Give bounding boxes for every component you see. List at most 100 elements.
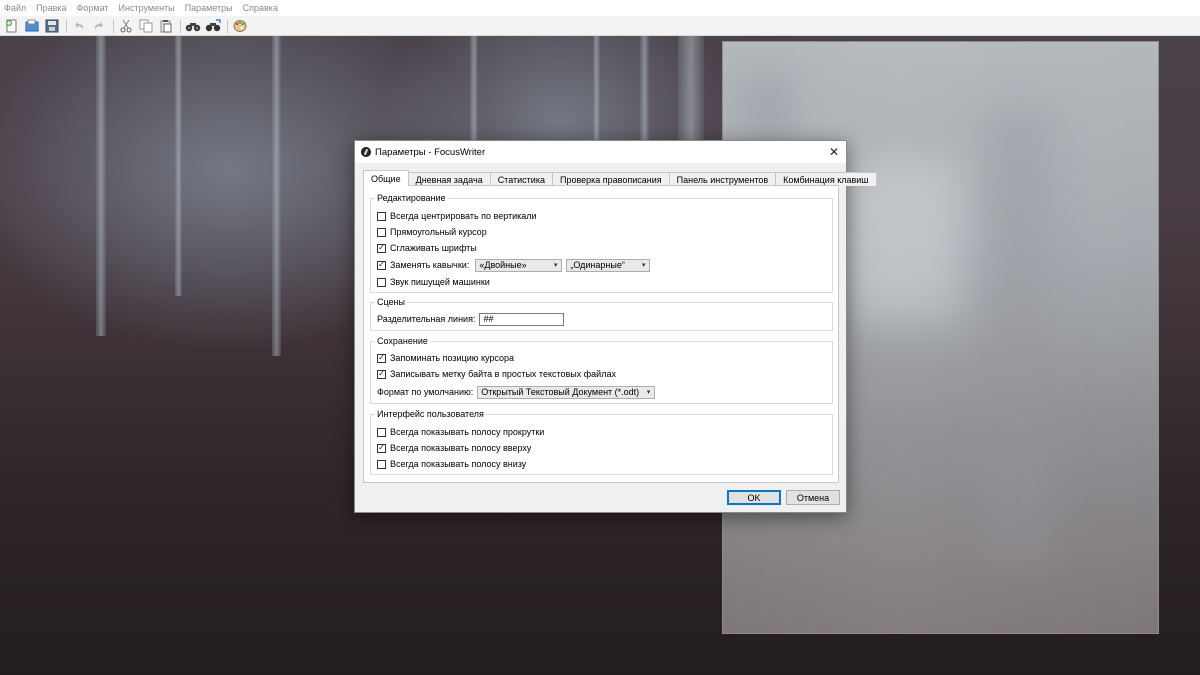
close-button[interactable]: ✕	[822, 141, 846, 163]
single-quotes-select[interactable]: „Одинарные“ ▾	[566, 258, 651, 272]
settings-dialog: Параметры - FocusWriter ✕ Общие Дневная …	[354, 140, 877, 513]
block-cursor-option[interactable]: Прямоугольный курсор	[377, 225, 487, 239]
tab-general[interactable]: Общие	[363, 170, 409, 186]
copy-button[interactable]	[137, 17, 155, 35]
chevron-down-icon: ▾	[641, 262, 646, 269]
show-top-bar-checkbox[interactable]: ✓	[377, 443, 386, 453]
theme-button[interactable]	[231, 17, 249, 35]
smart-quotes-option: ✓ Заменять кавычки: «Двойные» ▾ „Одинарн…	[377, 258, 651, 272]
menu-file[interactable]: Файл	[4, 3, 26, 13]
save-icon	[45, 19, 59, 32]
center-vertically-label: Всегда центрировать по вертикали	[390, 211, 537, 221]
typewriter-sounds-checkbox[interactable]	[377, 277, 386, 287]
menu-edit[interactable]: Правка	[36, 3, 66, 13]
chevron-down-icon: ▾	[646, 389, 651, 396]
typewriter-sounds-label: Звук пишущей машинки	[390, 277, 490, 287]
block-cursor-checkbox[interactable]	[377, 227, 386, 237]
paper-texture	[843, 162, 963, 322]
scenes-group-title: Сцены	[375, 297, 407, 307]
show-bottom-bar-label: Всегда показывать полосу внизу	[390, 459, 527, 469]
remember-cursor-checkbox[interactable]: ✓	[377, 353, 386, 363]
interface-group-title: Интерфейс пользователя	[375, 409, 486, 419]
menu-settings[interactable]: Параметры	[185, 3, 233, 13]
scenes-group: Сцены Разделительная линия: ##	[370, 297, 833, 331]
menu-bar: Файл Правка Формат Инструменты Параметры…	[0, 0, 1200, 16]
block-cursor-label: Прямоугольный курсор	[390, 227, 487, 237]
show-top-bar-option[interactable]: ✓ Всегда показывать полосу вверху	[377, 441, 531, 455]
scene-divider-label: Разделительная линия:	[377, 314, 476, 324]
chevron-down-icon: ▾	[553, 262, 558, 269]
default-format-row: Формат по умолчанию: Открытый Текстовый …	[377, 385, 656, 399]
show-bottom-bar-checkbox[interactable]	[377, 459, 386, 469]
paper-texture	[983, 102, 1053, 562]
tab-spell-check[interactable]: Проверка правописания	[551, 172, 670, 186]
tab-bar: Общие Дневная задача Статистика Проверка…	[363, 170, 877, 186]
toolbar-separator	[227, 18, 228, 33]
cancel-button[interactable]: Отмена	[786, 490, 840, 505]
smart-quotes-checkbox[interactable]: ✓	[377, 260, 386, 270]
show-scrollbar-option[interactable]: Всегда показывать полосу прокрутки	[377, 425, 544, 439]
write-bom-option[interactable]: ✓ Записывать метку байта в простых текст…	[377, 367, 616, 381]
new-document-button[interactable]	[3, 17, 21, 35]
smooth-fonts-option[interactable]: ✓ Сглаживать шрифты	[377, 241, 477, 255]
double-quotes-value: «Двойные»	[479, 260, 527, 270]
undo-icon	[75, 21, 84, 30]
general-panel: Редактирование Всегда центрировать по ве…	[363, 185, 839, 483]
find-icon	[185, 22, 201, 31]
paste-button[interactable]	[157, 17, 175, 35]
replace-icon	[205, 18, 221, 31]
focuswriter-icon	[361, 147, 371, 157]
saving-group: Сохранение ✓ Запоминать позицию курсора …	[370, 336, 833, 404]
tab-shortcuts[interactable]: Комбинация клавиш	[775, 172, 877, 186]
write-bom-label: Записывать метку байта в простых текстов…	[390, 369, 616, 379]
redo-icon	[94, 21, 103, 30]
toolbar-separator	[66, 18, 67, 33]
default-format-label: Формат по умолчанию:	[377, 387, 474, 397]
replace-button[interactable]	[204, 17, 222, 35]
toolbar	[0, 16, 1200, 36]
open-button[interactable]	[23, 17, 41, 35]
default-format-value: Открытый Текстовый Документ (*.odt)	[481, 387, 640, 397]
interface-group: Интерфейс пользователя Всегда показывать…	[370, 409, 833, 475]
menu-help[interactable]: Справка	[243, 3, 278, 13]
show-scrollbar-label: Всегда показывать полосу прокрутки	[390, 427, 545, 437]
ok-button[interactable]: OK	[727, 490, 781, 505]
single-quotes-value: „Одинарные“	[570, 260, 625, 270]
double-quotes-select[interactable]: «Двойные» ▾	[475, 258, 563, 272]
menu-tools[interactable]: Инструменты	[119, 3, 175, 13]
theme-icon	[233, 19, 247, 32]
cut-button[interactable]	[117, 17, 135, 35]
show-scrollbar-checkbox[interactable]	[377, 427, 386, 437]
editing-group-title: Редактирование	[375, 193, 448, 203]
undo-button[interactable]	[70, 17, 88, 35]
typewriter-sounds-option[interactable]: Звук пишущей машинки	[377, 275, 490, 289]
cut-icon	[120, 19, 132, 32]
smooth-fonts-checkbox[interactable]: ✓	[377, 243, 386, 253]
save-button[interactable]	[43, 17, 61, 35]
toolbar-separator	[180, 18, 181, 33]
new-document-icon	[6, 19, 17, 32]
smart-quotes-label: Заменять кавычки:	[390, 260, 470, 270]
copy-icon	[139, 19, 153, 32]
scene-divider-row: Разделительная линия: ##	[377, 312, 565, 326]
write-bom-checkbox[interactable]: ✓	[377, 369, 386, 379]
dialog-title: Параметры - FocusWriter	[375, 146, 486, 158]
dialog-titlebar[interactable]: Параметры - FocusWriter ✕	[355, 141, 846, 163]
center-vertically-checkbox[interactable]	[377, 211, 386, 221]
tab-toolbar[interactable]: Панель инструментов	[668, 172, 777, 186]
menu-format[interactable]: Формат	[77, 3, 109, 13]
close-icon: ✕	[828, 145, 840, 159]
center-vertically-option[interactable]: Всегда центрировать по вертикали	[377, 209, 537, 223]
find-button[interactable]	[184, 17, 202, 35]
saving-group-title: Сохранение	[375, 336, 430, 346]
tab-daily-goal[interactable]: Дневная задача	[407, 172, 491, 186]
remember-cursor-label: Запоминать позицию курсора	[390, 353, 515, 363]
redo-button[interactable]	[90, 17, 108, 35]
smooth-fonts-label: Сглаживать шрифты	[390, 243, 477, 253]
remember-cursor-option[interactable]: ✓ Запоминать позицию курсора	[377, 351, 514, 365]
open-icon	[25, 19, 39, 31]
show-bottom-bar-option[interactable]: Всегда показывать полосу внизу	[377, 457, 526, 471]
default-format-select[interactable]: Открытый Текстовый Документ (*.odt) ▾	[477, 385, 656, 399]
tab-statistics[interactable]: Статистика	[489, 172, 553, 186]
scene-divider-input[interactable]: ##	[479, 312, 565, 326]
